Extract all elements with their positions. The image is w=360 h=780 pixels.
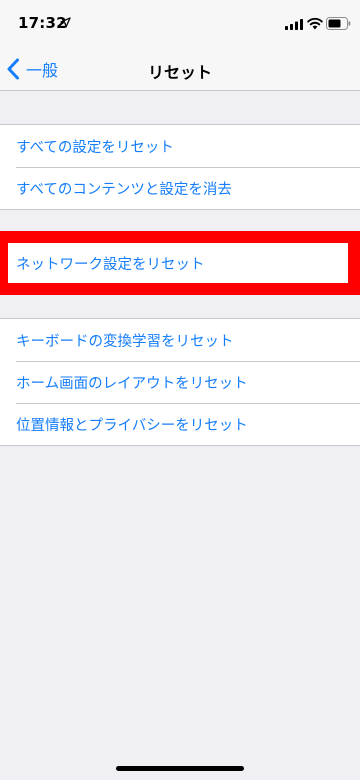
reset-home-screen-layout-row[interactable]: ホーム画面のレイアウトをリセット: [0, 361, 360, 403]
highlight-frame: ネットワーク設定をリセット: [0, 231, 360, 295]
battery-icon: [326, 17, 351, 30]
page-title: リセット: [147, 63, 212, 82]
settings-reset-screen: 17:32 一般 リセット すべての設定をリセット すべてのコンテンツと設定を消…: [0, 0, 360, 780]
home-indicator[interactable]: [116, 766, 244, 771]
location-arrow-icon: [60, 17, 71, 28]
reset-all-settings-row[interactable]: すべての設定をリセット: [0, 125, 360, 167]
status-bar: 17:32: [0, 0, 360, 48]
settings-group-reset-other: キーボードの変換学習をリセット ホーム画面のレイアウトをリセット 位置情報とプラ…: [0, 318, 360, 446]
erase-all-content-row[interactable]: すべてのコンテンツと設定を消去: [0, 167, 360, 209]
settings-group-reset-all: すべての設定をリセット すべてのコンテンツと設定を消去: [0, 124, 360, 210]
reset-network-settings-row[interactable]: ネットワーク設定をリセット: [8, 243, 348, 283]
reset-location-privacy-row[interactable]: 位置情報とプライバシーをリセット: [0, 403, 360, 445]
navigation-bar: 一般 リセット: [0, 48, 360, 91]
cellular-signal-icon: [285, 19, 303, 30]
wifi-icon: [307, 17, 323, 30]
reset-keyboard-dictionary-row[interactable]: キーボードの変換学習をリセット: [0, 319, 360, 361]
